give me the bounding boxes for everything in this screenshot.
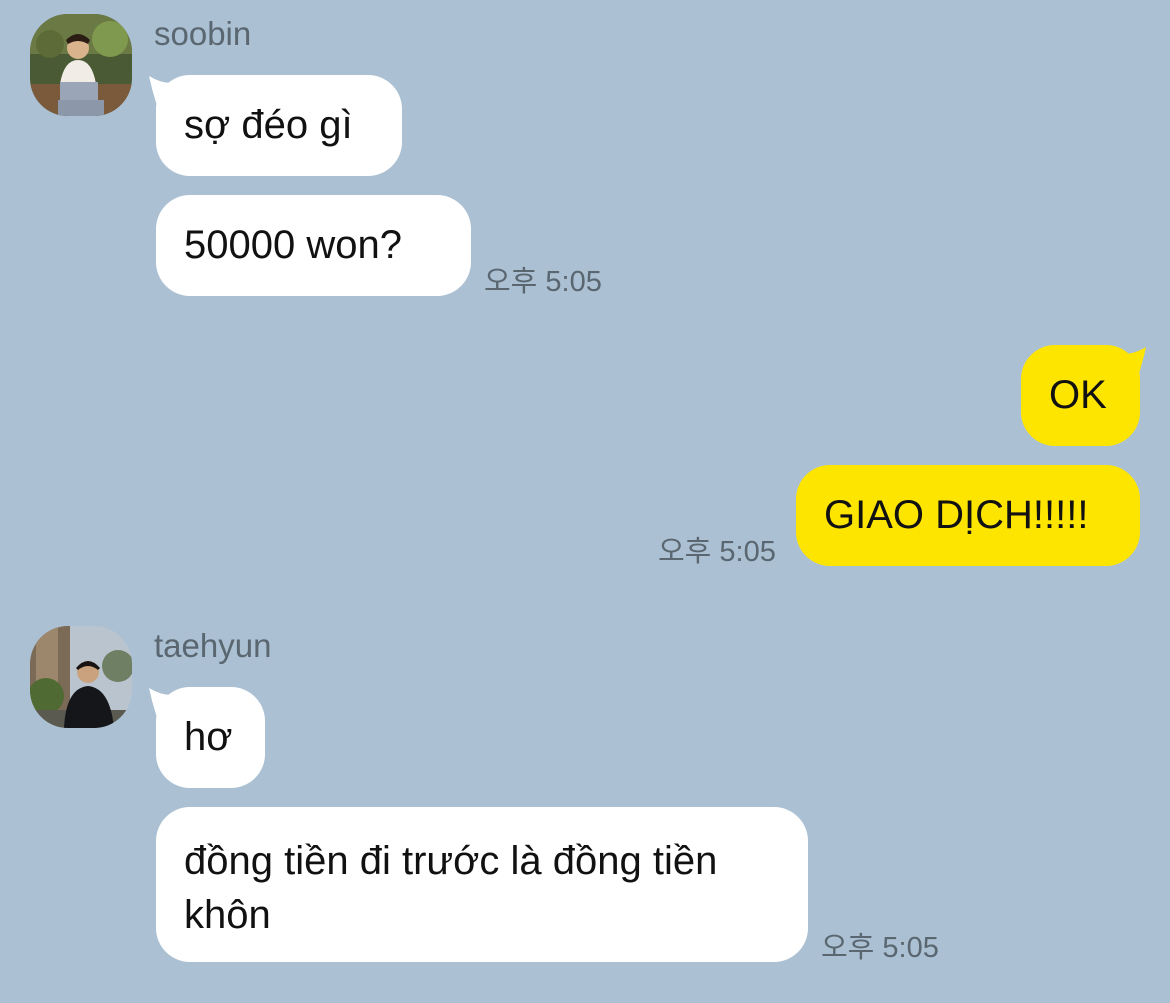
- message-text: OK: [1049, 373, 1107, 417]
- message-bubble[interactable]: 50000 won?: [156, 195, 471, 296]
- message-text: sợ đéo gì: [184, 103, 353, 147]
- sender-name: taehyun: [154, 627, 272, 664]
- message-text: GIAO DỊCH!!!!!: [824, 493, 1089, 537]
- message-timestamp: 오후 5:05: [821, 932, 939, 964]
- sender-name: soobin: [154, 15, 252, 52]
- message-bubble[interactable]: hơ: [156, 687, 265, 788]
- message-bubble[interactable]: đồng tiền đi trước là đồng tiền khôn: [156, 807, 808, 962]
- message-text: đồng tiền đi trước là đồng tiền khôn: [184, 839, 718, 937]
- sender-avatar-taehyun[interactable]: [30, 626, 132, 728]
- user-photo-icon: [30, 626, 132, 728]
- message-bubble[interactable]: sợ đéo gì: [156, 75, 402, 176]
- message-timestamp: 오후 5:05: [658, 536, 776, 568]
- message-bubble[interactable]: OK: [1021, 345, 1140, 446]
- message-bubble[interactable]: GIAO DỊCH!!!!!: [796, 465, 1140, 566]
- sender-avatar-soobin[interactable]: [30, 14, 132, 116]
- message-text: hơ: [184, 715, 233, 759]
- message-text: 50000 won?: [184, 223, 402, 267]
- user-photo-icon: [30, 14, 132, 116]
- message-timestamp: 오후 5:05: [484, 266, 602, 298]
